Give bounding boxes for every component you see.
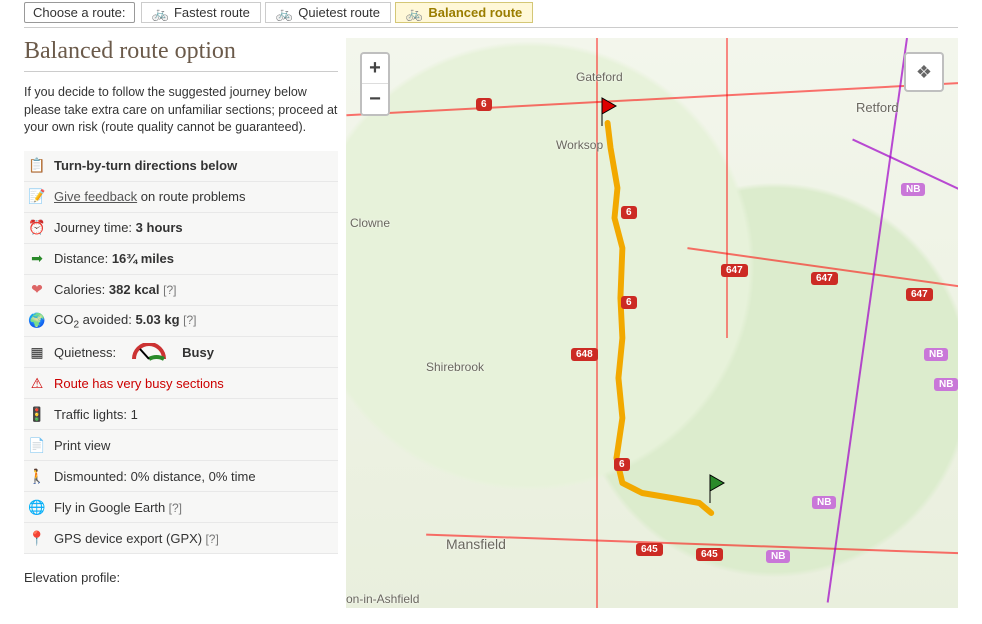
row-gpx[interactable]: 📍 GPS device export (GPX) [?] xyxy=(24,523,338,554)
layers-button[interactable]: ❖ xyxy=(904,52,944,92)
bike-icon: 🚲 xyxy=(152,6,169,20)
label: Journey time: xyxy=(54,220,136,235)
row-co2: 🌍 CO2 avoided: 5.03 kg [?] xyxy=(24,306,338,338)
page-title: Balanced route option xyxy=(24,38,338,72)
clock-icon: ⏰ xyxy=(28,219,46,237)
earth-icon: 🌐 xyxy=(28,498,46,516)
zoom-out-button[interactable]: − xyxy=(362,84,388,114)
row-print[interactable]: 📄 Print view xyxy=(24,430,338,461)
tab-quietest[interactable]: 🚲 Quietest route xyxy=(265,2,391,23)
town-label: Worksop xyxy=(556,138,603,152)
route-tabs-label: Choose a route: xyxy=(24,2,135,23)
label: Fly in Google Earth xyxy=(54,500,165,515)
value: Busy xyxy=(182,345,214,360)
value: 1 xyxy=(131,407,138,422)
label: Dismounted: 0% distance, 0% time xyxy=(54,469,256,484)
sidebar: Balanced route option If you decide to f… xyxy=(24,38,338,608)
town-label: Mansfield xyxy=(446,536,506,552)
value: 3 hours xyxy=(136,220,183,235)
route-shield: 6 xyxy=(621,296,637,309)
row-text: Turn-by-turn directions below xyxy=(54,158,237,173)
route-shield: NB xyxy=(766,550,790,563)
quietness-gauge-icon xyxy=(132,343,166,361)
zoom-control: + − xyxy=(360,52,390,116)
label: Print view xyxy=(54,438,110,453)
row-distance: ➡ Distance: 16¾ miles xyxy=(24,244,338,275)
row-dismounted: 🚶 Dismounted: 0% distance, 0% time xyxy=(24,461,338,492)
map[interactable]: Gateford Worksop Retford Clowne Shirebro… xyxy=(346,38,958,608)
tab-label: Quietest route xyxy=(298,5,380,20)
route-shield: 645 xyxy=(636,543,663,556)
route-tabs: Choose a route: 🚲 Fastest route 🚲 Quiete… xyxy=(24,0,958,28)
route-shield: 645 xyxy=(696,548,723,561)
route-shield: 6 xyxy=(621,206,637,219)
walk-icon: 🚶 xyxy=(28,467,46,485)
row-traffic-lights: 🚦 Traffic lights: 1 xyxy=(24,399,338,430)
route-shield: NB xyxy=(812,496,836,509)
label: Traffic lights: xyxy=(54,407,131,422)
route-shield: NB xyxy=(901,183,925,196)
town-label: Clowne xyxy=(350,216,390,230)
intro-text: If you decide to follow the suggested jo… xyxy=(24,84,338,137)
route-shield: 647 xyxy=(721,264,748,277)
label: GPS device export (GPX) xyxy=(54,531,202,546)
town-label: on-in-Ashfield xyxy=(346,592,419,606)
elevation-label: Elevation profile: xyxy=(24,570,338,585)
edit-icon: 📝 xyxy=(28,188,46,206)
label: Quietness: xyxy=(54,345,116,360)
route-shield: NB xyxy=(934,378,958,391)
row-quietness: ▦ Quietness: Busy xyxy=(24,337,338,368)
help-link[interactable]: [?] xyxy=(163,283,176,297)
warning-text: Route has very busy sections xyxy=(54,376,224,391)
pdf-icon: 📄 xyxy=(28,436,46,454)
start-flag-icon xyxy=(598,96,622,126)
label: Calories: xyxy=(54,282,109,297)
chart-icon: ▦ xyxy=(28,343,46,361)
gps-icon: 📍 xyxy=(28,529,46,547)
help-link[interactable]: [?] xyxy=(202,532,219,546)
route-shield: 648 xyxy=(571,348,598,361)
warning-icon: ⚠ xyxy=(28,374,46,392)
row-feedback[interactable]: 📝 Give feedback on route problems xyxy=(24,182,338,213)
end-flag-icon xyxy=(706,473,730,503)
help-link[interactable]: [?] xyxy=(165,501,182,515)
town-label: Retford xyxy=(856,100,899,115)
route-polyline xyxy=(346,38,958,608)
town-label: Shirebrook xyxy=(426,360,484,374)
label: Distance: xyxy=(54,251,112,266)
label-b: avoided: xyxy=(79,312,135,327)
route-shield: 6 xyxy=(476,98,492,111)
globe-icon: 🌍 xyxy=(28,312,46,330)
traffic-light-icon: 🚦 xyxy=(28,405,46,423)
route-shield: 6 xyxy=(614,458,630,471)
feedback-link[interactable]: Give feedback xyxy=(54,189,137,204)
row-journey-time: ⏰ Journey time: 3 hours xyxy=(24,213,338,244)
tab-label: Balanced route xyxy=(428,5,522,20)
heart-icon: ❤ xyxy=(28,281,46,299)
value: 16¾ miles xyxy=(112,251,174,266)
route-shield: NB xyxy=(924,348,948,361)
layers-icon: ❖ xyxy=(916,62,932,83)
tab-fastest[interactable]: 🚲 Fastest route xyxy=(141,2,261,23)
row-directions[interactable]: 📋 Turn-by-turn directions below xyxy=(24,151,338,182)
route-shield: 647 xyxy=(906,288,933,301)
feedback-suffix: on route problems xyxy=(137,189,245,204)
tab-label: Fastest route xyxy=(174,5,250,20)
bike-icon: 🚲 xyxy=(406,6,423,20)
town-label: Gateford xyxy=(576,70,623,84)
row-busy-warning: ⚠ Route has very busy sections xyxy=(24,368,338,399)
row-calories: ❤ Calories: 382 kcal [?] xyxy=(24,275,338,306)
value: 382 kcal xyxy=(109,282,160,297)
route-info-list: 📋 Turn-by-turn directions below 📝 Give f… xyxy=(24,151,338,555)
bike-icon: 🚲 xyxy=(276,6,293,20)
route-shield: 647 xyxy=(811,272,838,285)
help-link[interactable]: [?] xyxy=(183,313,196,327)
label-a: CO xyxy=(54,312,74,327)
arrow-icon: ➡ xyxy=(28,250,46,268)
row-google-earth[interactable]: 🌐 Fly in Google Earth [?] xyxy=(24,492,338,523)
tab-balanced[interactable]: 🚲 Balanced route xyxy=(395,2,533,23)
list-icon: 📋 xyxy=(28,157,46,175)
value: 5.03 kg xyxy=(135,312,179,327)
zoom-in-button[interactable]: + xyxy=(362,54,388,84)
